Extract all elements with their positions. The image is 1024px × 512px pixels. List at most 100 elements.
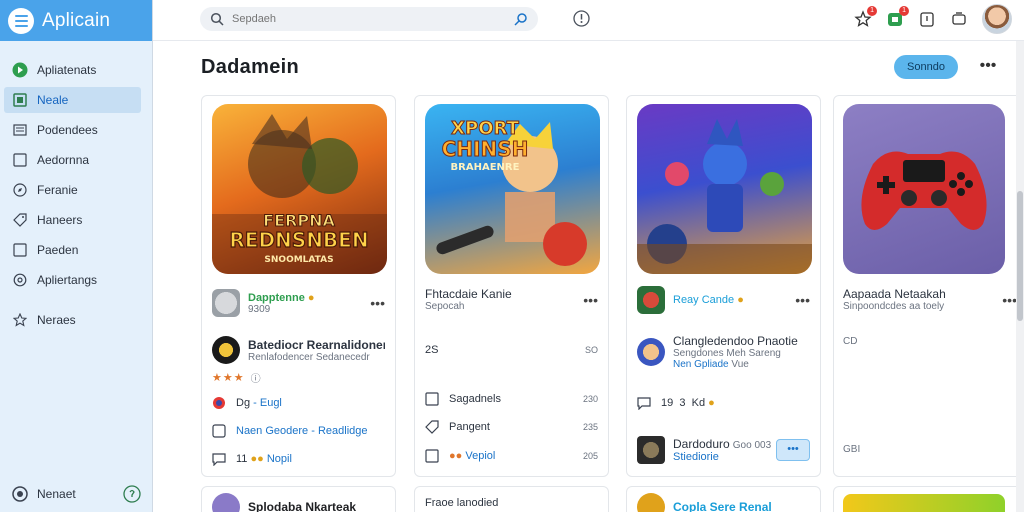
checkbox-icon[interactable] xyxy=(425,449,439,463)
comment-row[interactable]: 11 ●● Nopil xyxy=(212,452,385,466)
game-artwork[interactable] xyxy=(637,104,812,274)
sidebar-item-haneers[interactable]: Haneers xyxy=(4,207,141,233)
page-title: Dadamein xyxy=(201,56,299,78)
link-text[interactable]: Gpliade xyxy=(694,359,728,370)
gamepad-icon xyxy=(861,151,987,230)
item-title: Clangledendoo Pnaotie xyxy=(673,334,798,348)
list-item[interactable]: Pangent 235 xyxy=(425,420,598,434)
link-text[interactable]: Nen xyxy=(673,359,691,370)
notification-badge: 1 xyxy=(867,6,877,16)
tag-link[interactable]: Eugl xyxy=(260,397,282,409)
top-actions: 1 1 xyxy=(854,4,1012,34)
list-item-label[interactable]: Vepiol xyxy=(465,450,495,462)
sidebar-item-aedornna[interactable]: Aedornna xyxy=(4,147,141,173)
link-text[interactable]: Readlidge xyxy=(318,425,368,437)
tag-icon xyxy=(425,420,439,434)
more-options-icon[interactable]: ••• xyxy=(583,292,598,308)
wishlist-icon[interactable]: 1 xyxy=(854,6,877,28)
stat-value: SO xyxy=(584,345,598,355)
sidebar-item-podendees[interactable]: Podendees xyxy=(4,117,141,143)
owner-row[interactable]: Dardoduro Goo 003 Stiediorie ••• xyxy=(637,436,810,464)
item-row[interactable]: Batediocr Rearnalidonena Renlafodencer S… xyxy=(212,336,385,364)
tag-row[interactable]: Dg - Eugl xyxy=(212,396,385,410)
stat-value: 3 xyxy=(679,397,686,409)
link-text[interactable]: Naen Geodere xyxy=(236,425,308,437)
cast-icon[interactable] xyxy=(950,10,968,28)
more-options-icon[interactable]: ••• xyxy=(370,295,385,311)
help-icon[interactable] xyxy=(123,485,141,503)
controller-artwork[interactable] xyxy=(843,104,1005,274)
app-title-row[interactable]: Fhtacdaie Kanie Sepocah ••• xyxy=(425,287,598,312)
app-title-row: Copla Sere Renal xyxy=(637,493,810,512)
tag-text: Dg xyxy=(236,397,251,409)
game-artwork[interactable]: FERPNA REDNSNBEN SNOOMLATAS xyxy=(212,104,387,274)
item-subtitle: Sengdones Meh Sareng xyxy=(673,348,781,359)
globe-icon xyxy=(212,396,226,410)
list-item-value: 230 xyxy=(582,394,598,404)
app-card[interactable]: FERPNA REDNSNBEN SNOOMLATAS Dapptenne ● … xyxy=(201,95,396,477)
app-card[interactable]: Copla Sere Renal xyxy=(626,486,821,512)
app-card[interactable]: Reay Cande ● ••• Clangledendoo Pnaotie S… xyxy=(626,95,821,477)
hamburger-menu-button[interactable] xyxy=(8,7,34,34)
item-row[interactable]: Clangledendoo Pnaotie Sengdones Meh Sare… xyxy=(637,334,810,370)
app-title-row: Splodaba Nkarteak xyxy=(212,493,385,512)
sidebar-item-apliatenats[interactable]: Apliatenats xyxy=(4,57,141,83)
app-card[interactable]: XPORT CHINSH BRAHAENRE Fhtacdaie Kanie S… xyxy=(414,95,609,477)
checkbox-icon[interactable] xyxy=(425,392,439,406)
comment-link[interactable]: Nopil xyxy=(267,453,292,465)
sidebar-item-label: Neale xyxy=(37,93,69,107)
stat-row: 2S SO xyxy=(425,344,598,356)
sidebar-account-item[interactable]: Nenaet xyxy=(4,482,141,506)
sidebar-item-feranie[interactable]: Feranie xyxy=(4,177,141,203)
sidebar-item-apliertangs[interactable]: Apliertangs xyxy=(4,267,141,293)
icon-row: CD xyxy=(843,336,1017,347)
developer-row[interactable]: Dapptenne ● 9309 ••• xyxy=(212,289,385,317)
sidebar-item-paeden[interactable]: Paeden xyxy=(4,237,141,263)
link-row[interactable]: Naen Geodere - Readlidge xyxy=(212,424,385,438)
owner-link[interactable]: Stiediorie xyxy=(673,451,771,463)
game-artwork[interactable]: XPORT CHINSH BRAHAENRE xyxy=(425,104,600,274)
info-icon[interactable] xyxy=(573,10,590,27)
search-icon xyxy=(210,12,224,26)
sidebar-item-neale[interactable]: Neale xyxy=(4,87,141,113)
info-icon[interactable]: ⓘ xyxy=(251,370,261,385)
tag-icon xyxy=(12,212,28,228)
more-options-icon[interactable]: ••• xyxy=(977,58,999,76)
scrollbar-thumb[interactable] xyxy=(1017,191,1023,321)
download-icon[interactable] xyxy=(918,10,936,28)
sidebar-item-neraes[interactable]: Neraes xyxy=(4,307,141,333)
sidebar-item-label: Haneers xyxy=(37,213,83,227)
compass-icon xyxy=(12,182,28,198)
list-item[interactable]: Sagadnels 230 xyxy=(425,392,598,406)
avatar[interactable] xyxy=(982,4,1012,34)
app-card[interactable]: Aapaada Netaakah Sinpoondcdes aa toely •… xyxy=(833,95,1024,477)
notification-badge: 1 xyxy=(899,6,909,16)
star-icon xyxy=(12,312,28,328)
list-item[interactable]: ●● Vepiol 205 xyxy=(425,449,598,463)
developer-row[interactable]: Reay Cande ● ••• xyxy=(637,286,810,314)
stats-row: 19 3 Kd ● xyxy=(637,396,810,410)
list-item-label: Sagadnels xyxy=(449,393,501,405)
more-options-icon[interactable]: ••• xyxy=(795,292,810,308)
sidebar-item-label: Neraes xyxy=(37,313,76,327)
item-avatar xyxy=(637,338,665,366)
page-scrollbar[interactable] xyxy=(1016,41,1024,512)
settings-icon xyxy=(12,272,28,288)
search-input[interactable] xyxy=(232,13,514,25)
owner-sub: Goo 003 xyxy=(732,440,772,451)
search-submit-icon[interactable] xyxy=(514,12,528,26)
app-subtitle: Sepocah xyxy=(425,301,465,312)
app-card[interactable]: Fraoe lanodied xyxy=(414,486,609,512)
sort-button[interactable]: Sonndo xyxy=(894,55,958,79)
app-title: Splodaba Nkarteak xyxy=(248,500,357,512)
app-card[interactable] xyxy=(833,486,1024,512)
app-card[interactable]: Splodaba Nkarteak xyxy=(201,486,396,512)
more-actions-button[interactable]: ••• xyxy=(776,439,810,461)
stat-value: 19 xyxy=(661,397,674,409)
more-options-icon[interactable]: ••• xyxy=(1002,292,1017,308)
sidebar-item-label: Apliertangs xyxy=(37,273,98,287)
game-artwork[interactable] xyxy=(843,494,1005,512)
app-title-row[interactable]: Aapaada Netaakah Sinpoondcdes aa toely •… xyxy=(843,287,1017,312)
library-icon[interactable]: 1 xyxy=(886,6,909,28)
search-bar[interactable] xyxy=(200,7,538,31)
